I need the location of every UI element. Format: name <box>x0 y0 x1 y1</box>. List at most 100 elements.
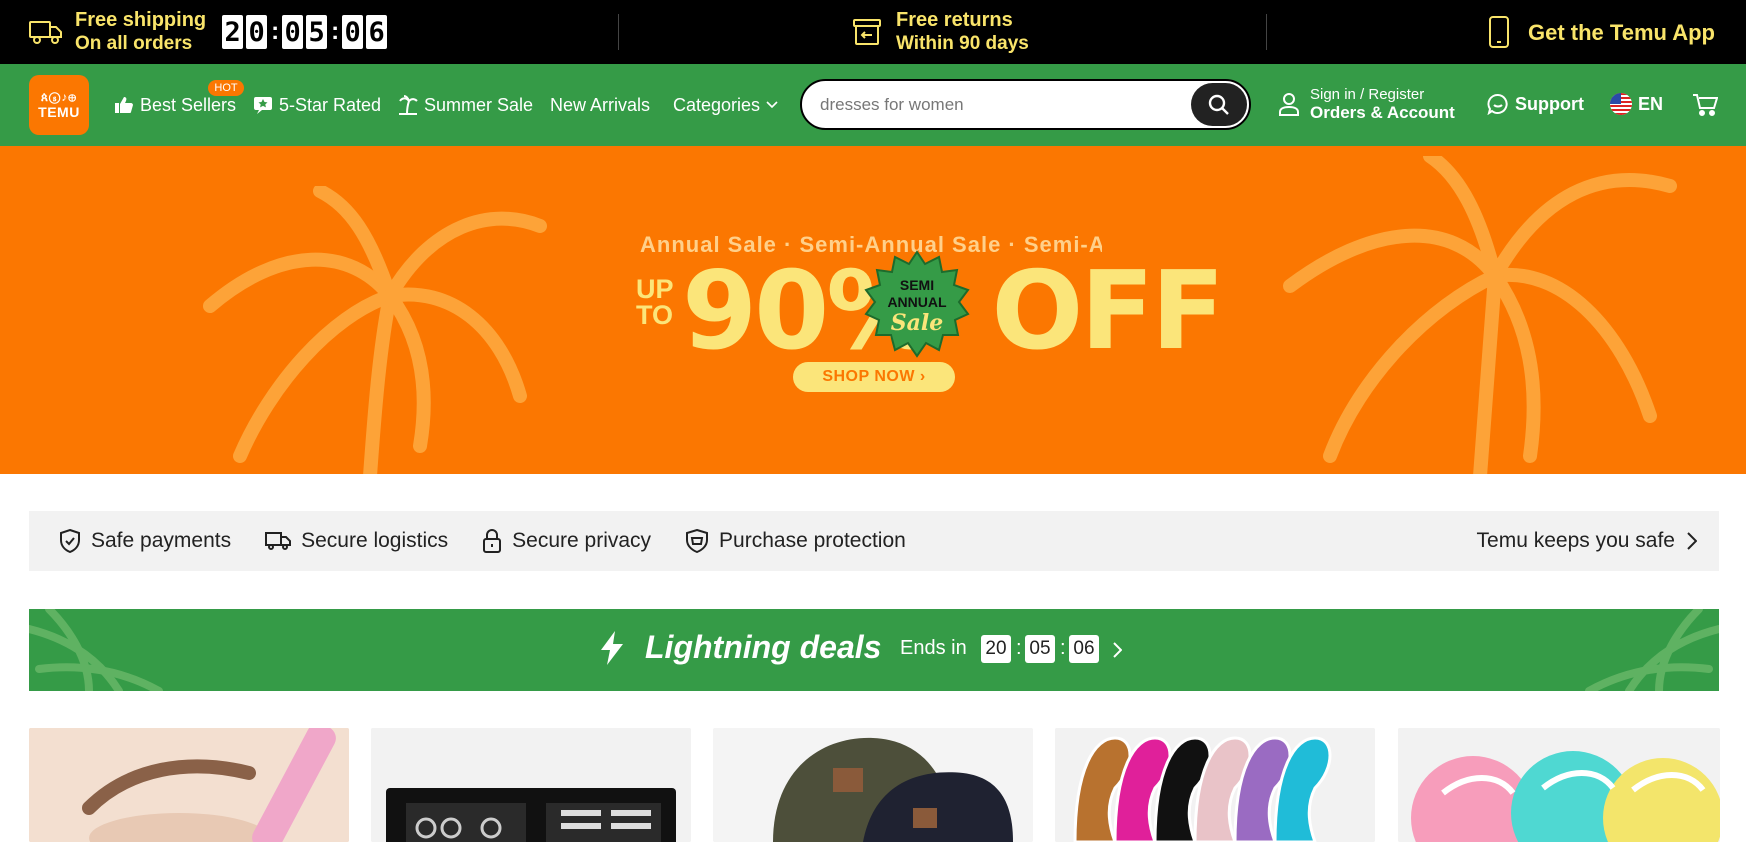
product-image-eyebrow-razor <box>29 728 349 842</box>
search-button[interactable] <box>1191 83 1247 126</box>
returns-title: Free returns <box>896 9 1013 31</box>
return-box-icon <box>850 15 884 49</box>
shop-now-button[interactable]: SHOP NOW › <box>793 362 955 392</box>
shield-badge-icon <box>686 529 709 553</box>
product-image-caps <box>713 728 1033 842</box>
hero-off: OFF <box>991 249 1225 374</box>
trust-label: Safe payments <box>91 529 232 552</box>
truck-icon <box>265 532 292 550</box>
hot-badge: HOT <box>208 80 244 96</box>
divider <box>1266 14 1267 50</box>
timer-minutes: 05 <box>1025 635 1055 663</box>
nav-categories[interactable]: Categories <box>673 93 778 117</box>
account-line2: Orders & Account <box>1310 103 1455 122</box>
product-card[interactable] <box>1055 728 1375 842</box>
lightning-icon <box>601 630 623 665</box>
nav-label: Categories <box>673 94 761 115</box>
free-shipping-promo[interactable]: Free shipping On all orders 2 0 : 0 5 : 0… <box>29 0 390 64</box>
product-card[interactable] <box>371 728 691 842</box>
search-bar <box>800 79 1251 130</box>
lock-icon <box>483 529 502 553</box>
search-icon <box>1208 94 1229 115</box>
timer-colon: : <box>1060 637 1066 659</box>
keep-label: Temu keeps you safe <box>1476 529 1675 552</box>
temu-keeps-you-safe-link[interactable]: Temu keeps you safe <box>1477 529 1697 553</box>
chevron-down-icon <box>766 101 778 109</box>
nav-new-arrivals[interactable]: New Arrivals <box>550 93 650 117</box>
account-line1: Sign in / Register <box>1310 86 1425 103</box>
semi-annual-sale-badge: SEMI ANNUAL Sale <box>864 250 970 358</box>
trust-label: Secure logistics <box>301 529 449 552</box>
countdown-colon: : <box>331 18 340 45</box>
hero-banner[interactable]: Annual Sale · Semi-Annual Sale · Semi-An… <box>0 146 1746 474</box>
timer-colon: : <box>1016 637 1022 659</box>
chat-icon <box>1487 94 1508 115</box>
palm-leaf-decoration <box>1585 609 1719 691</box>
product-card[interactable] <box>713 728 1033 842</box>
product-card[interactable] <box>1398 728 1720 842</box>
us-flag-icon <box>1610 93 1632 115</box>
logo-word: TEMU <box>38 103 80 120</box>
hero-to: TO <box>636 300 674 330</box>
temu-logo[interactable]: ጰⓢ♪⊕ TEMU <box>29 75 89 135</box>
product-card[interactable] <box>29 728 349 842</box>
trust-safe-payments[interactable]: Safe payments <box>59 529 231 553</box>
star-chat-icon <box>254 97 272 114</box>
deals-title-text: Lightning deals <box>645 629 882 665</box>
product-image-hair-removers <box>1055 728 1375 842</box>
free-returns-promo[interactable]: Free returns Within 90 days <box>850 0 1029 64</box>
trust-label: Secure privacy <box>512 529 652 552</box>
language-selector[interactable]: EN <box>1610 93 1663 115</box>
trust-bar: Safe payments Secure logistics Secure pr… <box>29 511 1719 571</box>
nav-label: 5-Star Rated <box>279 94 382 115</box>
product-image-bath-brushes <box>1398 728 1720 842</box>
palm-tree-decoration <box>203 186 547 474</box>
promo-countdown: 2 0 : 0 5 : 0 6 <box>222 15 390 49</box>
palm-tree-icon <box>399 95 418 115</box>
product-image-manicure-kit <box>371 728 691 842</box>
countdown-digit: 0 <box>246 15 268 49</box>
nav-summer-sale[interactable]: Summer Sale <box>398 93 533 117</box>
lightning-deals-banner[interactable]: Lightning deals Ends in 20 : 05 : 06 <box>29 609 1719 691</box>
trust-secure-logistics[interactable]: Secure logistics <box>265 529 448 553</box>
nav-label: New Arrivals <box>550 94 651 115</box>
countdown-digit: 0 <box>282 15 304 49</box>
trust-purchase-protection[interactable]: Purchase protection <box>685 529 906 553</box>
hero-upto: UP TO <box>636 274 674 330</box>
returns-sub: Within 90 days <box>896 33 1029 54</box>
shipping-sub: On all orders <box>75 33 193 54</box>
countdown-digit: 2 <box>222 15 244 49</box>
nav-five-star[interactable]: 5-Star Rated <box>253 93 381 117</box>
countdown-digit: 0 <box>342 15 364 49</box>
ends-in-label: Ends in <box>900 637 967 659</box>
get-app-promo[interactable]: Get the Temu App <box>1482 0 1715 64</box>
support-link[interactable]: Support <box>1487 93 1584 115</box>
language-label: EN <box>1638 93 1664 114</box>
badge-line1: SEMI <box>900 277 934 293</box>
logo-mark: ጰⓢ♪⊕ <box>40 89 78 104</box>
cart-button[interactable] <box>1692 93 1719 122</box>
timer-seconds: 06 <box>1069 635 1099 663</box>
promo-bar: Free shipping On all orders 2 0 : 0 5 : 0… <box>0 0 1746 64</box>
lightning-deals-title: Lightning deals <box>599 629 881 666</box>
countdown-digit: 5 <box>306 15 328 49</box>
truck-icon <box>29 15 63 49</box>
badge-line3: Sale <box>891 310 944 336</box>
nav-label: Best Sellers <box>140 94 237 115</box>
cart-icon <box>1693 94 1719 116</box>
chevron-right-icon <box>1687 532 1697 550</box>
thumbs-up-icon <box>115 97 133 113</box>
palm-tree-decoration <box>1283 156 1677 474</box>
nav-best-sellers[interactable]: Best Sellers <box>114 93 236 117</box>
account-menu[interactable]: Sign in / Register Orders & Account <box>1278 84 1455 124</box>
palm-leaf-decoration <box>29 609 163 691</box>
hero-up: UP <box>636 274 674 304</box>
trust-label: Purchase protection <box>719 529 906 552</box>
countdown-digit: 6 <box>366 15 388 49</box>
trust-secure-privacy[interactable]: Secure privacy <box>482 529 651 553</box>
search-input[interactable] <box>820 93 1180 117</box>
phone-icon <box>1482 15 1516 49</box>
timer-hours: 20 <box>981 635 1011 663</box>
nav-label: Summer Sale <box>424 94 534 115</box>
shield-check-icon <box>60 529 80 553</box>
